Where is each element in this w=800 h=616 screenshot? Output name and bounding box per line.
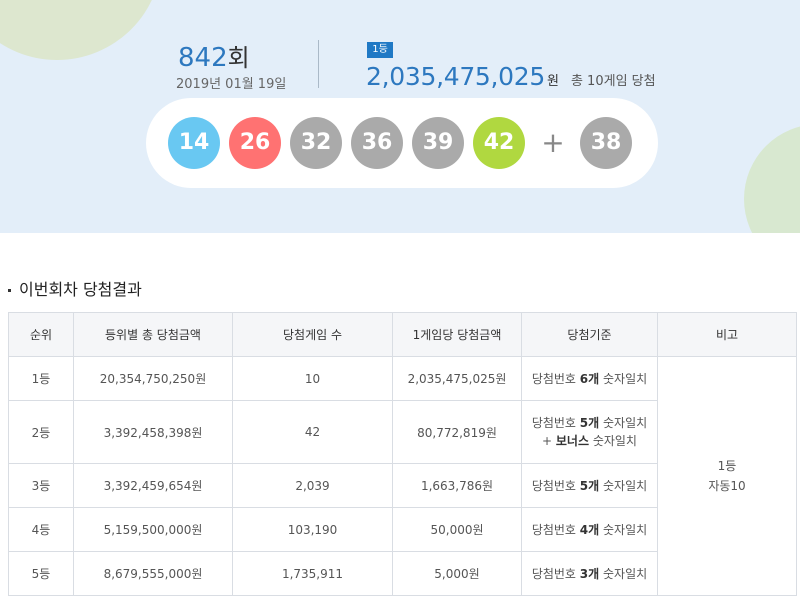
rank-cell: 5등 — [8, 551, 74, 596]
criteria-text: 숫자일치 — [589, 434, 637, 448]
per-game-cell: 1,663,786원 — [392, 463, 522, 508]
criteria-text: 당첨번호 — [531, 522, 580, 537]
column-header: 당첨게임 수 — [232, 312, 393, 357]
number-ball: 36 — [351, 117, 403, 169]
first-prize-amount: 2,035,475,025 — [366, 62, 545, 91]
draw-summary-banner: 842회 2019년 01월 19일 1등 2,035,475,025 원 총 10… — [0, 0, 800, 233]
games-cell: 2,039 — [232, 463, 393, 508]
total-prize-cell: 8,679,555,000원 — [73, 551, 233, 596]
round-number: 842 — [178, 43, 228, 73]
column-header: 1게임당 당첨금액 — [392, 312, 522, 357]
draw-date: 2019년 01월 19일 — [176, 77, 287, 92]
first-prize-unit: 원 — [547, 74, 559, 89]
round-suffix: 회 — [227, 44, 250, 72]
number-ball: 14 — [168, 117, 220, 169]
per-game-cell: 50,000원 — [392, 507, 522, 552]
decorative-circle — [744, 124, 800, 233]
total-prize-cell: 3,392,459,654원 — [73, 463, 233, 508]
remarks-line: 1등 — [717, 459, 737, 473]
header-divider — [318, 40, 319, 88]
criteria-highlight: 6개 — [579, 371, 600, 386]
criteria-text: 당첨번호 — [531, 566, 580, 581]
number-ball: 39 — [412, 117, 464, 169]
number-ball: 26 — [229, 117, 281, 169]
criteria-cell: 당첨번호 3개 숫자일치 — [521, 551, 658, 596]
criteria-text: + — [542, 434, 556, 448]
section-title: 이번회차 당첨결과 — [8, 276, 142, 300]
table-row: 1등 20,354,750,250원 10 2,035,475,025원 당첨번… — [8, 356, 797, 596]
column-header: 당첨기준 — [521, 312, 658, 357]
round-title: 842회 — [178, 38, 250, 73]
remarks-cell: 1등자동10 — [657, 356, 797, 596]
games-cell: 10 — [232, 356, 393, 401]
per-game-cell: 5,000원 — [392, 551, 522, 596]
criteria-highlight: 5개 — [579, 478, 600, 493]
total-prize-cell: 5,159,500,000원 — [73, 507, 233, 552]
rank-cell: 4등 — [8, 507, 74, 552]
rank-cell: 3등 — [8, 463, 74, 508]
decorative-circle — [0, 0, 162, 60]
criteria-highlight: 5개 — [579, 416, 600, 430]
bonus-ball: 38 — [580, 117, 632, 169]
criteria-highlight: 3개 — [579, 566, 600, 581]
number-ball: 32 — [290, 117, 342, 169]
games-cell: 1,735,911 — [232, 551, 393, 596]
criteria-text: 숫자일치 — [599, 416, 648, 430]
criteria-cell: 당첨번호 5개 숫자일치 — [521, 463, 658, 508]
per-game-cell: 2,035,475,025원 — [392, 356, 522, 401]
criteria-text: 숫자일치 — [599, 522, 648, 537]
plus-icon: + — [541, 126, 565, 159]
first-prize: 2,035,475,025 원 총 10게임 당첨 — [366, 62, 656, 91]
criteria-text: 당첨번호 — [531, 478, 580, 493]
section-title-text: 이번회차 당첨결과 — [19, 280, 142, 299]
remarks-line: 자동10 — [708, 479, 746, 493]
per-game-cell: 80,772,819원 — [392, 400, 522, 464]
total-games-text: 총 10게임 당첨 — [570, 74, 656, 89]
total-prize-cell: 3,392,458,398원 — [73, 400, 233, 464]
games-cell: 103,190 — [232, 507, 393, 552]
bullet-icon — [8, 289, 11, 292]
games-cell: 42 — [232, 400, 393, 464]
rank-badge: 1등 — [367, 42, 393, 58]
criteria-text: 숫자일치 — [599, 566, 648, 581]
criteria-highlight: 4개 — [579, 522, 600, 537]
rank-cell: 2등 — [8, 400, 74, 464]
criteria-cell: 당첨번호 6개 숫자일치 — [521, 356, 658, 401]
criteria-cell: 당첨번호 4개 숫자일치 — [521, 507, 658, 552]
total-prize-cell: 20,354,750,250원 — [73, 356, 233, 401]
results-table: 순위 등위별 총 당첨금액 당첨게임 수 1게임당 당첨금액 당첨기준 비고 1… — [8, 312, 797, 596]
column-header: 등위별 총 당첨금액 — [73, 312, 233, 357]
column-header: 비고 — [657, 312, 797, 357]
criteria-cell: 당첨번호 5개 숫자일치 + 보너스 숫자일치 — [521, 400, 658, 464]
criteria-highlight: 보너스 — [555, 434, 589, 448]
criteria-text: 숫자일치 — [599, 478, 648, 493]
criteria-text: 당첨번호 — [531, 416, 580, 430]
criteria-text: 당첨번호 — [531, 371, 580, 386]
rank-cell: 1등 — [8, 356, 74, 401]
winning-numbers: 14 26 32 36 39 42 + 38 — [146, 98, 658, 188]
column-header: 순위 — [8, 312, 74, 357]
table-header-row: 순위 등위별 총 당첨금액 당첨게임 수 1게임당 당첨금액 당첨기준 비고 — [8, 312, 797, 357]
criteria-text: 숫자일치 — [599, 371, 648, 386]
number-ball: 42 — [473, 117, 525, 169]
